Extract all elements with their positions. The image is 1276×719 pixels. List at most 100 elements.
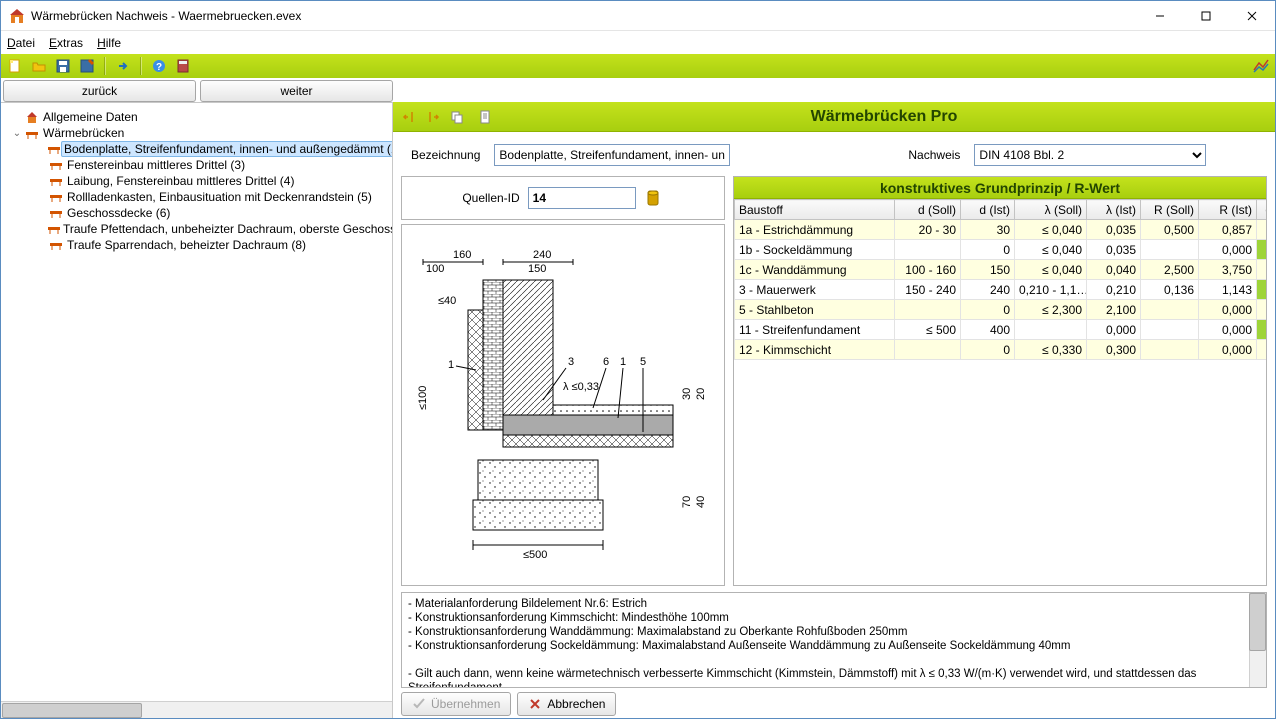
column-header[interactable]: d (Soll) <box>895 200 961 220</box>
bezeichnung-input[interactable] <box>494 144 730 166</box>
tree-item-waermebruecken[interactable]: ⌄ Wärmebrücken <box>1 125 392 141</box>
ok-cell <box>1257 240 1268 260</box>
ok-cell <box>1257 220 1268 240</box>
bridge-icon <box>47 238 65 252</box>
cancel-button[interactable]: Abbrechen <box>517 692 616 716</box>
svg-text:40: 40 <box>695 496 707 508</box>
svg-text:≤40: ≤40 <box>438 295 456 307</box>
home-icon <box>23 110 41 124</box>
lookup-icon[interactable] <box>644 188 664 208</box>
expand-icon[interactable]: ⌄ <box>11 128 23 139</box>
tree-item[interactable]: Traufe Sparrendach, beheizter Dachraum (… <box>1 237 392 253</box>
svg-text:30: 30 <box>681 388 693 400</box>
svg-text:100: 100 <box>426 263 444 275</box>
apply-button[interactable]: Übernehmen <box>401 692 511 716</box>
table-row[interactable]: 1b - Sockeldämmung0≤ 0,0400,0350,000 <box>735 240 1268 260</box>
ok-cell <box>1257 280 1268 300</box>
detail-toolbar: Wärmebrücken Pro <box>393 102 1275 132</box>
tree-item[interactable]: Geschossdecke (6) <box>1 205 392 221</box>
maximize-button[interactable] <box>1183 1 1229 31</box>
svg-text:λ ≤0,33: λ ≤0,33 <box>563 381 599 393</box>
back-button[interactable]: zurück <box>3 80 196 102</box>
add-right-icon[interactable] <box>423 107 443 127</box>
tree-item-allgemeine[interactable]: Allgemeine Daten <box>1 109 392 125</box>
bridge-icon <box>47 174 65 188</box>
column-header[interactable]: λ (Soll) <box>1015 200 1087 220</box>
nachweis-select[interactable]: DIN 4108 Bbl. 2 <box>974 144 1206 166</box>
help-icon[interactable]: ? <box>149 56 169 76</box>
tree-item[interactable]: Laibung, Fenstereinbau mittleres Drittel… <box>1 173 392 189</box>
chart-icon[interactable] <box>1251 56 1271 76</box>
bridge-icon <box>47 206 65 220</box>
svg-text:≤250: ≤250 <box>408 356 411 380</box>
quellen-id-box: Quellen-ID <box>401 176 725 220</box>
quellen-id-input[interactable] <box>528 187 636 209</box>
tree-item[interactable]: Traufe Pfettendach, unbeheizter Dachraum… <box>1 221 392 237</box>
tree-item[interactable]: Fenstereinbau mittleres Drittel (3) <box>1 157 392 173</box>
vertical-scrollbar[interactable] <box>1249 593 1266 687</box>
table-row[interactable]: 12 - Kimmschicht0≤ 0,3300,3000,000 <box>735 340 1268 360</box>
main-toolbar: ? <box>1 54 1275 78</box>
svg-text:1: 1 <box>448 359 454 371</box>
table-row[interactable]: 1a - Estrichdämmung20 - 3030≤ 0,0400,035… <box>735 220 1268 240</box>
new-file-icon[interactable] <box>5 56 25 76</box>
save-as-icon[interactable] <box>77 56 97 76</box>
table-row[interactable]: 3 - Mauerwerk150 - 2402400,210 - 1,1…0,2… <box>735 280 1268 300</box>
bridge-icon <box>23 126 41 140</box>
export-icon[interactable] <box>113 56 133 76</box>
calculator-icon[interactable] <box>173 56 193 76</box>
column-header[interactable]: R (Ist) <box>1199 200 1257 220</box>
open-folder-icon[interactable] <box>29 56 49 76</box>
svg-text:≤100: ≤100 <box>417 386 429 410</box>
bridge-icon <box>47 158 65 172</box>
forward-button[interactable]: weiter <box>200 80 393 102</box>
tree-item[interactable]: Rollladenkasten, Einbausituation mit Dec… <box>1 189 392 205</box>
svg-text:240: 240 <box>533 249 551 261</box>
ok-cell <box>1257 320 1268 340</box>
svg-text:≤500: ≤500 <box>523 549 547 561</box>
menu-bar: Datei Extras Hilfe <box>1 31 1275 54</box>
column-header[interactable]: R (Soll) <box>1141 200 1199 220</box>
svg-text:70: 70 <box>681 496 693 508</box>
quellen-id-label: Quellen-ID <box>462 191 519 205</box>
app-title: Wärmebrücken Pro <box>499 108 1269 126</box>
add-left-icon[interactable] <box>399 107 419 127</box>
column-header[interactable]: ok <box>1257 200 1268 220</box>
svg-text:20: 20 <box>695 388 707 400</box>
svg-text:150: 150 <box>528 263 546 275</box>
bridge-icon <box>47 142 61 156</box>
horizontal-scrollbar[interactable] <box>1 701 392 718</box>
tree-pane: Allgemeine Daten ⌄ Wärmebrücken Bodenpla… <box>1 102 393 718</box>
title-bar: Wärmebrücken Nachweis - Waermebruecken.e… <box>1 1 1275 31</box>
svg-text:1: 1 <box>620 356 626 368</box>
material-table: Baustoffd (Soll)d (Ist)λ (Soll)λ (Ist)R … <box>734 199 1267 360</box>
svg-text:?: ? <box>156 62 162 73</box>
tree-item[interactable]: Bodenplatte, Streifenfundament, innen- u… <box>1 141 392 157</box>
table-row[interactable]: 11 - Streifenfundament≤ 5004000,0000,000 <box>735 320 1268 340</box>
cross-section-diagram: 160 240 100 150 ≤40 <box>401 224 725 586</box>
menu-datei[interactable]: Datei <box>7 36 35 50</box>
form-row: Bezeichnung Nachweis DIN 4108 Bbl. 2 <box>393 132 1275 176</box>
document-icon[interactable] <box>475 107 495 127</box>
window-title: Wärmebrücken Nachweis - Waermebruecken.e… <box>31 9 1137 23</box>
minimize-button[interactable] <box>1137 1 1183 31</box>
cross-icon <box>528 697 542 711</box>
nachweis-label: Nachweis <box>908 148 960 162</box>
table-row[interactable]: 5 - Stahlbeton0≤ 2,3002,1000,000 <box>735 300 1268 320</box>
bridge-icon <box>47 222 61 236</box>
table-title: konstruktives Grundprinzip / R-Wert <box>734 177 1266 199</box>
copy-icon[interactable] <box>447 107 467 127</box>
svg-text:5: 5 <box>640 356 646 368</box>
save-icon[interactable] <box>53 56 73 76</box>
table-row[interactable]: 1c - Wanddämmung100 - 160150≤ 0,0400,040… <box>735 260 1268 280</box>
svg-text:3: 3 <box>568 356 574 368</box>
column-header[interactable]: λ (Ist) <box>1087 200 1141 220</box>
ok-cell <box>1257 300 1268 320</box>
column-header[interactable]: d (Ist) <box>961 200 1015 220</box>
menu-hilfe[interactable]: Hilfe <box>97 36 121 50</box>
svg-text:160: 160 <box>453 249 471 261</box>
menu-extras[interactable]: Extras <box>49 36 83 50</box>
column-header[interactable]: Baustoff <box>735 200 895 220</box>
notes-panel: - Materialanforderung Bildelement Nr.6: … <box>401 592 1267 688</box>
close-button[interactable] <box>1229 1 1275 31</box>
